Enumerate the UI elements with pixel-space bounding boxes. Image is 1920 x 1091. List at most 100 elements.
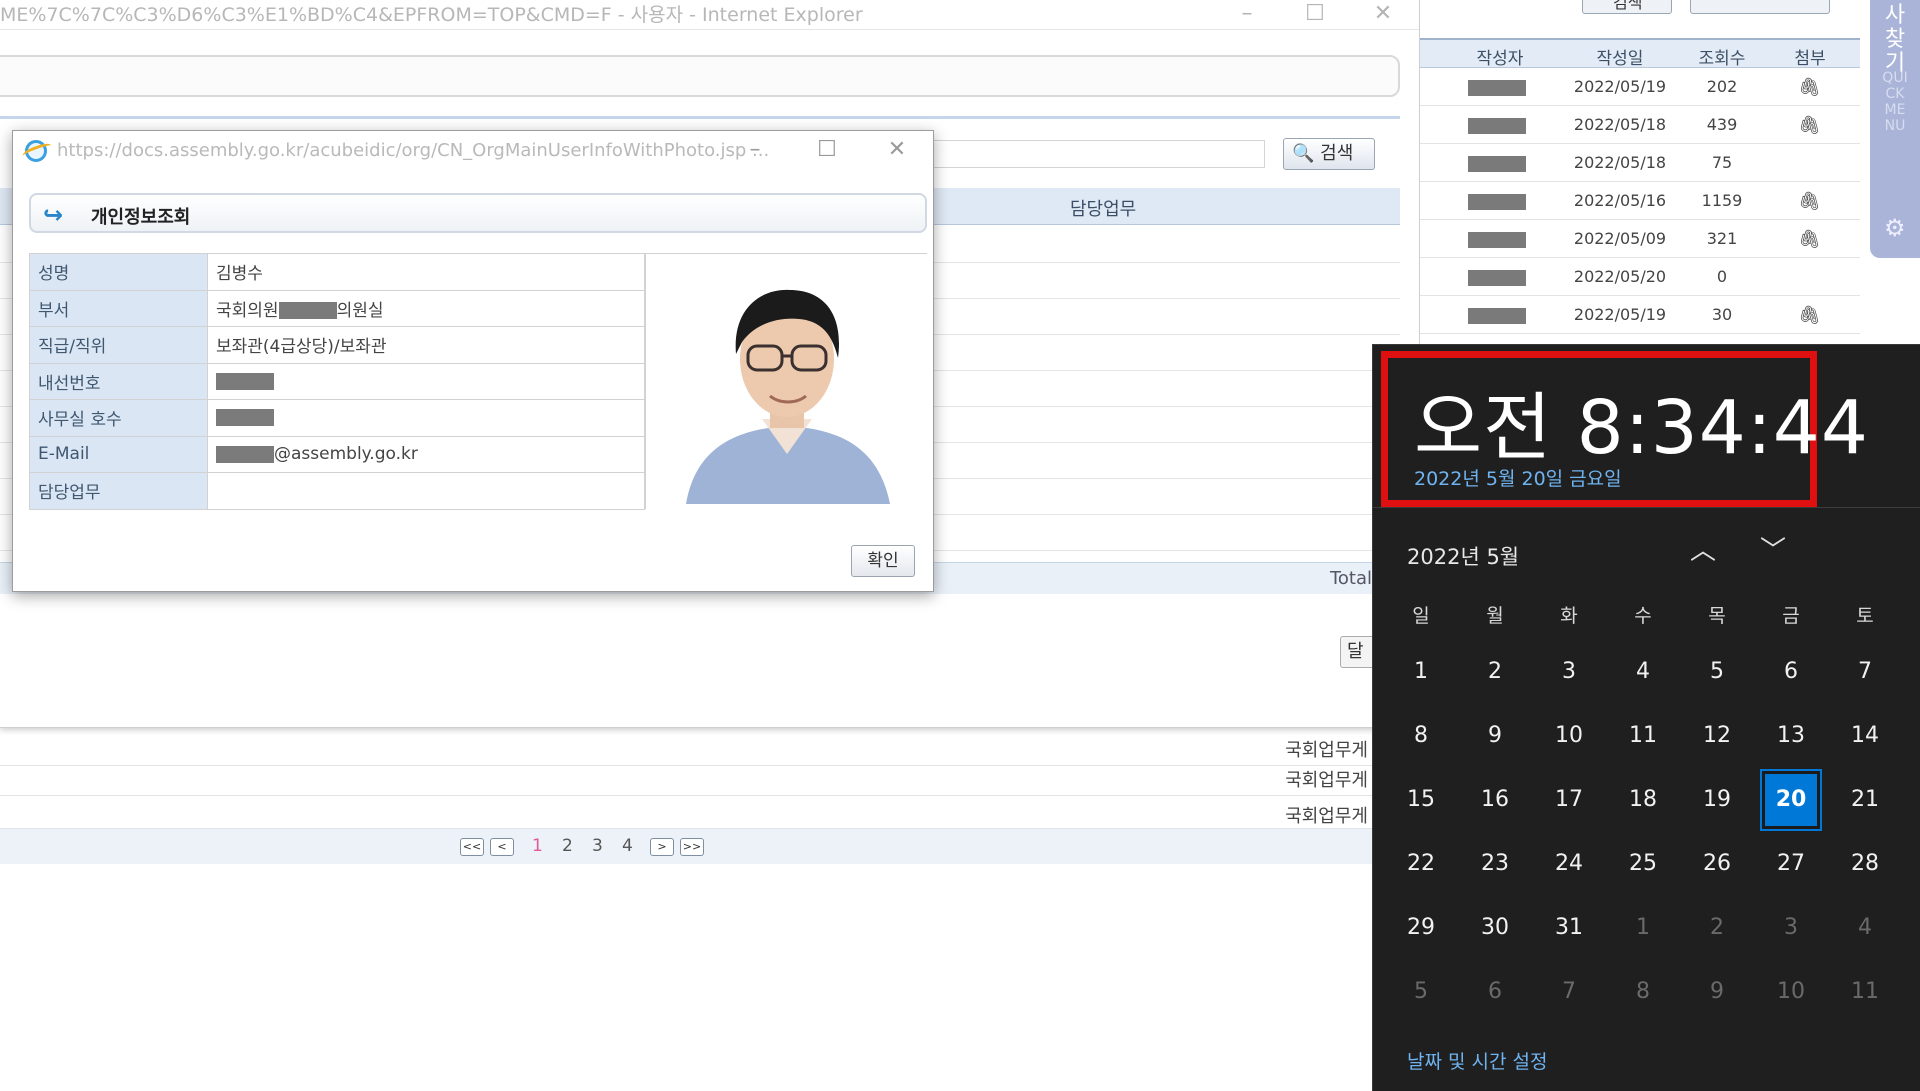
header-views: 조회수 [1698, 49, 1746, 69]
gear-icon[interactable]: ⚙ [1884, 214, 1906, 242]
calendar-day-next-month[interactable]: 10 [1762, 963, 1820, 1021]
list-item[interactable]: 2022/05/19 202 🖇 [1420, 68, 1860, 106]
calendar-day-today[interactable]: 20 [1760, 769, 1822, 831]
list-item[interactable]: 2022/05/19 30 🖇 [1420, 296, 1860, 334]
calendar-day-next-month[interactable]: 6 [1466, 963, 1524, 1021]
calendar-day[interactable]: 12 [1688, 707, 1746, 765]
current-date[interactable]: 2022년 5월 20일 금요일 [1414, 464, 1622, 491]
calendar-day-next-month[interactable]: 3 [1762, 899, 1820, 957]
calendar-day[interactable]: 18 [1614, 771, 1672, 829]
list-search-label: 검색 [1613, 0, 1643, 12]
calendar-day[interactable]: 31 [1540, 899, 1598, 957]
page-link[interactable]: 3 [592, 836, 603, 856]
calendar-day-next-month[interactable]: 5 [1392, 963, 1450, 1021]
calendar-day[interactable]: 29 [1392, 899, 1450, 957]
page-link[interactable]: 1 [532, 836, 543, 856]
field-label: 성명 [29, 253, 208, 291]
list-search-button[interactable]: 검색 [1582, 0, 1672, 14]
next-page-button[interactable]: > [650, 838, 674, 856]
calendar-day-next-month[interactable]: 7 [1540, 963, 1598, 1021]
chevron-up-icon[interactable]: ︿ [1683, 535, 1723, 569]
quickmenu-sublabel: QUICKMENU [1882, 70, 1908, 134]
pagination: << < 1 2 3 4 > >> [0, 828, 1372, 864]
calendar-day[interactable]: 17 [1540, 771, 1598, 829]
calendar-day-next-month[interactable]: 9 [1688, 963, 1746, 1021]
calendar-day[interactable]: 5 [1688, 643, 1746, 701]
list-item[interactable]: 2022/05/20 0 [1420, 258, 1860, 296]
attachment-icon: 🖇 [1798, 191, 1821, 212]
calendar-day[interactable]: 26 [1688, 835, 1746, 893]
redacted-block [278, 302, 337, 320]
field-value [207, 362, 645, 400]
first-page-button[interactable]: << [460, 838, 484, 856]
current-time: 오전 8:34:44 [1414, 385, 1869, 471]
item-category: 국회업무게 [1285, 806, 1368, 827]
month-label[interactable]: 2022년 5월 [1407, 541, 1519, 571]
confirm-button[interactable]: 확인 [851, 545, 915, 577]
last-page-button[interactable]: >> [680, 838, 704, 856]
calendar-day[interactable]: 28 [1836, 835, 1894, 893]
personal-info-popup: https://docs.assembly.go.kr/acubeidic/or… [12, 130, 934, 592]
calendar-day[interactable]: 3 [1540, 643, 1598, 701]
header-attach: 첨부 [1794, 49, 1826, 69]
info-row-extension: 내선번호 [29, 362, 645, 400]
calendar-day[interactable]: 22 [1392, 835, 1450, 893]
list-item[interactable]: 2022/05/16 1159 🖇 [1420, 182, 1860, 220]
list-item[interactable]: 2022/05/09 321 🖇 [1420, 220, 1860, 258]
calendar-day[interactable]: 16 [1466, 771, 1524, 829]
calendar-day[interactable]: 23 [1466, 835, 1524, 893]
close-button[interactable]: ✕ [877, 135, 917, 167]
list-item[interactable]: 2022/05/18 439 🖇 [1420, 106, 1860, 144]
list-item[interactable]: 2022/05/18 75 [1420, 144, 1860, 182]
close-button[interactable]: ✕ [1360, 0, 1406, 30]
calendar-day[interactable]: 4 [1614, 643, 1672, 701]
calendar-day[interactable]: 11 [1614, 707, 1672, 765]
item-date: 2022/05/18 [1573, 115, 1667, 134]
calendar-day[interactable]: 19 [1688, 771, 1746, 829]
search-button[interactable]: 🔍 검색 [1283, 138, 1375, 170]
calendar-day[interactable]: 24 [1540, 835, 1598, 893]
calendar-day[interactable]: 9 [1466, 707, 1524, 765]
calendar-day[interactable]: 10 [1540, 707, 1598, 765]
item-category: 국회업무게 [1285, 770, 1368, 791]
list-filter-select[interactable] [1690, 0, 1830, 14]
calendar-day-next-month[interactable]: 11 [1836, 963, 1894, 1021]
calendar-day[interactable]: 21 [1836, 771, 1894, 829]
item-date: 2022/05/09 [1573, 229, 1667, 248]
calendar-day[interactable]: 2 [1466, 643, 1524, 701]
popup-titlebar: https://docs.assembly.go.kr/acubeidic/or… [13, 131, 933, 171]
minimize-button[interactable]: – [735, 135, 775, 167]
calendar-day[interactable]: 8 [1392, 707, 1450, 765]
minimize-button[interactable]: – [1224, 0, 1270, 30]
info-table: 성명 김병수 부서 국회의원 의원실 직급/직위 보좌관(4급상당)/보좌관 내선… [29, 253, 645, 510]
calendar-day[interactable]: 6 [1762, 643, 1820, 701]
search-input[interactable] [920, 140, 1265, 168]
calendar-day[interactable]: 30 [1466, 899, 1524, 957]
calendar-day[interactable]: 7 [1836, 643, 1894, 701]
calendar-day[interactable]: 15 [1392, 771, 1450, 829]
maximize-button[interactable]: ☐ [807, 135, 847, 167]
field-value [207, 472, 645, 510]
redacted-author [1468, 156, 1526, 172]
calendar-day[interactable]: 14 [1836, 707, 1894, 765]
calendar-day[interactable]: 27 [1762, 835, 1820, 893]
page-link[interactable]: 2 [562, 836, 573, 856]
calendar-day[interactable]: 1 [1392, 643, 1450, 701]
list-item[interactable]: 국회업무게 [0, 758, 1372, 796]
calendar-day-next-month[interactable]: 4 [1836, 899, 1894, 957]
page-link[interactable]: 4 [622, 836, 633, 856]
date-time-settings-link[interactable]: 날짜 및 시간 설정 [1407, 1047, 1547, 1074]
field-value: 보좌관(4급상당)/보좌관 [207, 326, 645, 364]
email-domain: @assembly.go.kr [274, 444, 418, 465]
quickmenu-tab[interactable]: 사찾기 QUICKMENU ⚙ [1870, 0, 1920, 258]
calendar-day[interactable]: 13 [1762, 707, 1820, 765]
chevron-down-icon[interactable]: ﹀ [1753, 535, 1793, 569]
calendar-day-next-month[interactable]: 1 [1614, 899, 1672, 957]
address-bar[interactable] [0, 55, 1400, 97]
maximize-button[interactable]: ☐ [1292, 0, 1338, 30]
calendar-day-next-month[interactable]: 2 [1688, 899, 1746, 957]
calendar-day[interactable]: 25 [1614, 835, 1672, 893]
calendar-day-next-month[interactable]: 8 [1614, 963, 1672, 1021]
prev-page-button[interactable]: < [490, 838, 514, 856]
list-item[interactable]: 국회업무게 [0, 794, 1372, 832]
